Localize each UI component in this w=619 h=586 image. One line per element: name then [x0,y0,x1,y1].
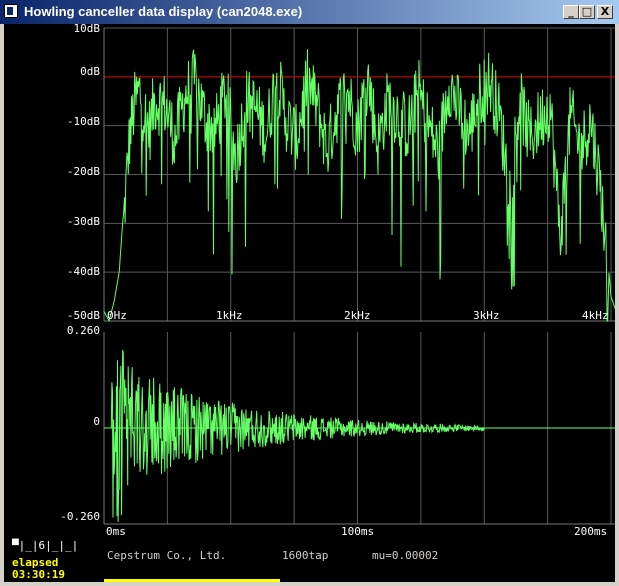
impulse-y-label: 0.260 [66,324,100,337]
minimize-button[interactable]: _ [563,5,579,19]
impulse-y-label: -0.260 [60,510,100,523]
spectrum-y-label: -30dB [66,215,100,228]
spectrum-x-label: 2kHz [344,309,371,322]
impulse-x-label: 100ms [341,525,375,538]
spectrum-trace [103,49,615,322]
impulse-x-label: 200ms [574,525,608,538]
spectrum-x-label: 3kHz [473,309,500,322]
elapsed-time: 03:30:19 [12,568,65,581]
close-button[interactable]: X [597,5,613,19]
spectrum-x-label: 0Hz [107,309,127,322]
impulse-y-label: 0 [93,415,100,428]
spectrum-y-label: -10dB [66,115,100,128]
spectrum-y-label: -20dB [66,165,100,178]
mu-value: mu=0.00002 [372,549,439,562]
app-icon[interactable] [4,4,18,18]
window-title: Howling canceller data display (can2048.… [24,4,303,19]
progress-bar [104,579,280,582]
spectrum-y-label: -40dB [66,265,100,278]
title-bar[interactable]: Howling canceller data display (can2048.… [0,0,619,24]
display-area: 10dB 0dB -10dB -20dB -30dB -40dB -50dB 0… [4,22,615,582]
spectrum-x-label: 4kHz [582,309,609,322]
plots-canvas [103,27,615,525]
spectrum-y-label: -50dB [66,309,100,322]
impulse-x-label: 0ms [106,525,126,538]
maximize-button[interactable]: □ [579,5,595,19]
company-name: Cepstrum Co., Ltd. [107,549,227,562]
control-strip[interactable]: ▀|_|6|_|_| [12,539,78,552]
app-window: Howling canceller data display (can2048.… [0,0,619,586]
spectrum-x-label: 1kHz [216,309,243,322]
spectrum-y-label: 10dB [73,22,101,35]
tap-count: 1600tap [282,549,329,562]
spectrum-y-label: 0dB [80,65,100,78]
